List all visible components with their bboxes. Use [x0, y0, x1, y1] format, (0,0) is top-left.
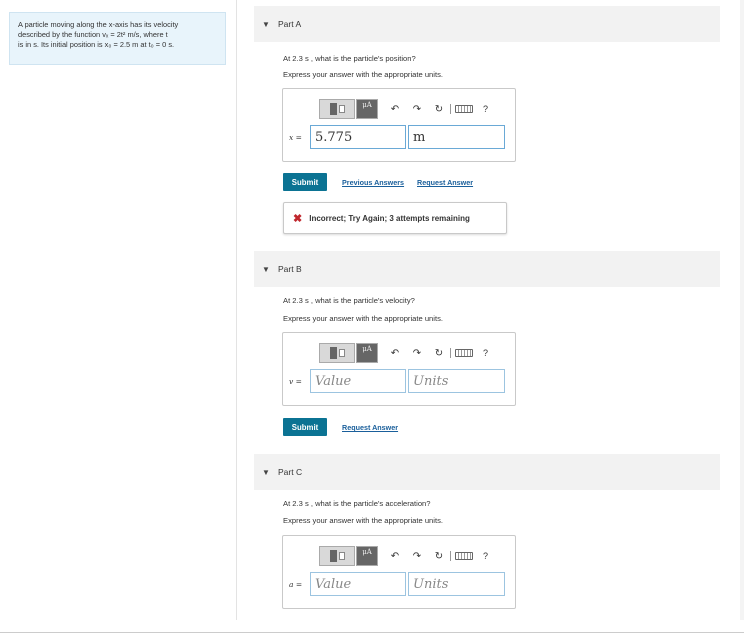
toolbar-separator	[450, 104, 451, 114]
reset-icon[interactable]: ↻	[428, 348, 450, 359]
undo-icon[interactable]: ↶	[384, 104, 406, 115]
problem-text-line: A particle moving along the x-axis has i…	[18, 20, 179, 29]
scrollbar[interactable]	[740, 0, 744, 620]
undo-icon[interactable]: ↶	[384, 551, 406, 562]
template-box-icon	[338, 349, 345, 357]
problem-text-line: described by the function vₓ = 2t² m/s, …	[18, 30, 168, 39]
keyboard-icon[interactable]	[455, 349, 473, 357]
part-c-title: Part C	[278, 467, 303, 477]
part-c-question: At 2.3 s , what is the particle's accele…	[283, 499, 431, 508]
template-box-icon	[338, 105, 345, 113]
part-a-request-answer-link[interactable]: Request Answer	[417, 178, 473, 187]
units-button[interactable]: μA	[356, 546, 378, 566]
part-b-question: At 2.3 s , what is the particle's veloci…	[283, 296, 415, 305]
feedback-message: ✖ Incorrect; Try Again; 3 attempts remai…	[283, 202, 507, 234]
part-c-variable-label: a =	[289, 580, 303, 589]
redo-icon[interactable]: ↷	[406, 551, 428, 562]
keyboard-icon[interactable]	[455, 105, 473, 113]
part-b-instruction: Express your answer with the appropriate…	[283, 314, 443, 323]
part-b-variable-label: v =	[289, 377, 302, 386]
units-button[interactable]: μA	[356, 99, 378, 119]
column-divider	[236, 0, 237, 620]
templates-button[interactable]	[319, 546, 355, 566]
part-c-answer-box: μA ↶ ↷ ↻ ? a = Value Units	[282, 535, 516, 609]
reset-icon[interactable]: ↻	[428, 551, 450, 562]
part-a-instruction: Express your answer with the appropriate…	[283, 70, 443, 79]
part-a-unit-input[interactable]: m	[408, 125, 505, 149]
reset-icon[interactable]: ↻	[428, 104, 450, 115]
template-block-icon	[329, 347, 337, 359]
redo-icon[interactable]: ↷	[406, 104, 428, 115]
part-b-title: Part B	[278, 264, 302, 274]
part-b-value-input[interactable]: Value	[310, 369, 406, 393]
part-b-header[interactable]: ▼ Part B	[254, 251, 720, 287]
caret-down-icon: ▼	[262, 467, 270, 477]
units-button[interactable]: μA	[356, 343, 378, 363]
incorrect-x-icon: ✖	[293, 212, 303, 225]
part-a-submit-button[interactable]: Submit	[283, 173, 327, 191]
help-icon[interactable]: ?	[483, 551, 488, 561]
math-toolbar: μA ↶ ↷ ↻ ?	[319, 545, 488, 567]
toolbar-separator	[450, 551, 451, 561]
math-toolbar: μA ↶ ↷ ↻ ?	[319, 342, 488, 364]
part-c-instruction: Express your answer with the appropriate…	[283, 516, 443, 525]
help-icon[interactable]: ?	[483, 104, 488, 114]
bottom-divider	[0, 632, 744, 633]
part-c-unit-input[interactable]: Units	[408, 572, 505, 596]
redo-icon[interactable]: ↷	[406, 348, 428, 359]
part-b-answer-box: μA ↶ ↷ ↻ ? v = Value Units	[282, 332, 516, 406]
templates-button[interactable]	[319, 99, 355, 119]
problem-text-line: is in s. Its initial position is x₀ = 2.…	[18, 40, 175, 49]
part-b-unit-input[interactable]: Units	[408, 369, 505, 393]
template-block-icon	[329, 103, 337, 115]
math-toolbar: μA ↶ ↷ ↻ ?	[319, 98, 488, 120]
part-a-answer-box: μA ↶ ↷ ↻ ? x = 5.775 m	[282, 88, 516, 162]
toolbar-separator	[450, 348, 451, 358]
help-icon[interactable]: ?	[483, 348, 488, 358]
part-a-title: Part A	[278, 19, 302, 29]
part-b-request-answer-link[interactable]: Request Answer	[342, 423, 398, 432]
template-block-icon	[329, 550, 337, 562]
template-box-icon	[338, 552, 345, 560]
part-c-header[interactable]: ▼ Part C	[254, 454, 720, 490]
caret-down-icon: ▼	[262, 19, 270, 29]
part-b-submit-button[interactable]: Submit	[283, 418, 327, 436]
part-a-variable-label: x =	[289, 133, 302, 142]
undo-icon[interactable]: ↶	[384, 348, 406, 359]
caret-down-icon: ▼	[262, 264, 270, 274]
keyboard-icon[interactable]	[455, 552, 473, 560]
problem-statement: A particle moving along the x-axis has i…	[9, 12, 226, 65]
part-a-header[interactable]: ▼ Part A	[254, 6, 720, 42]
part-a-value-input[interactable]: 5.775	[310, 125, 406, 149]
templates-button[interactable]	[319, 343, 355, 363]
part-c-value-input[interactable]: Value	[310, 572, 406, 596]
feedback-text: Incorrect; Try Again; 3 attempts remaini…	[309, 213, 470, 223]
previous-answers-link[interactable]: Previous Answers	[342, 178, 404, 187]
part-a-question: At 2.3 s , what is the particle's positi…	[283, 54, 416, 63]
